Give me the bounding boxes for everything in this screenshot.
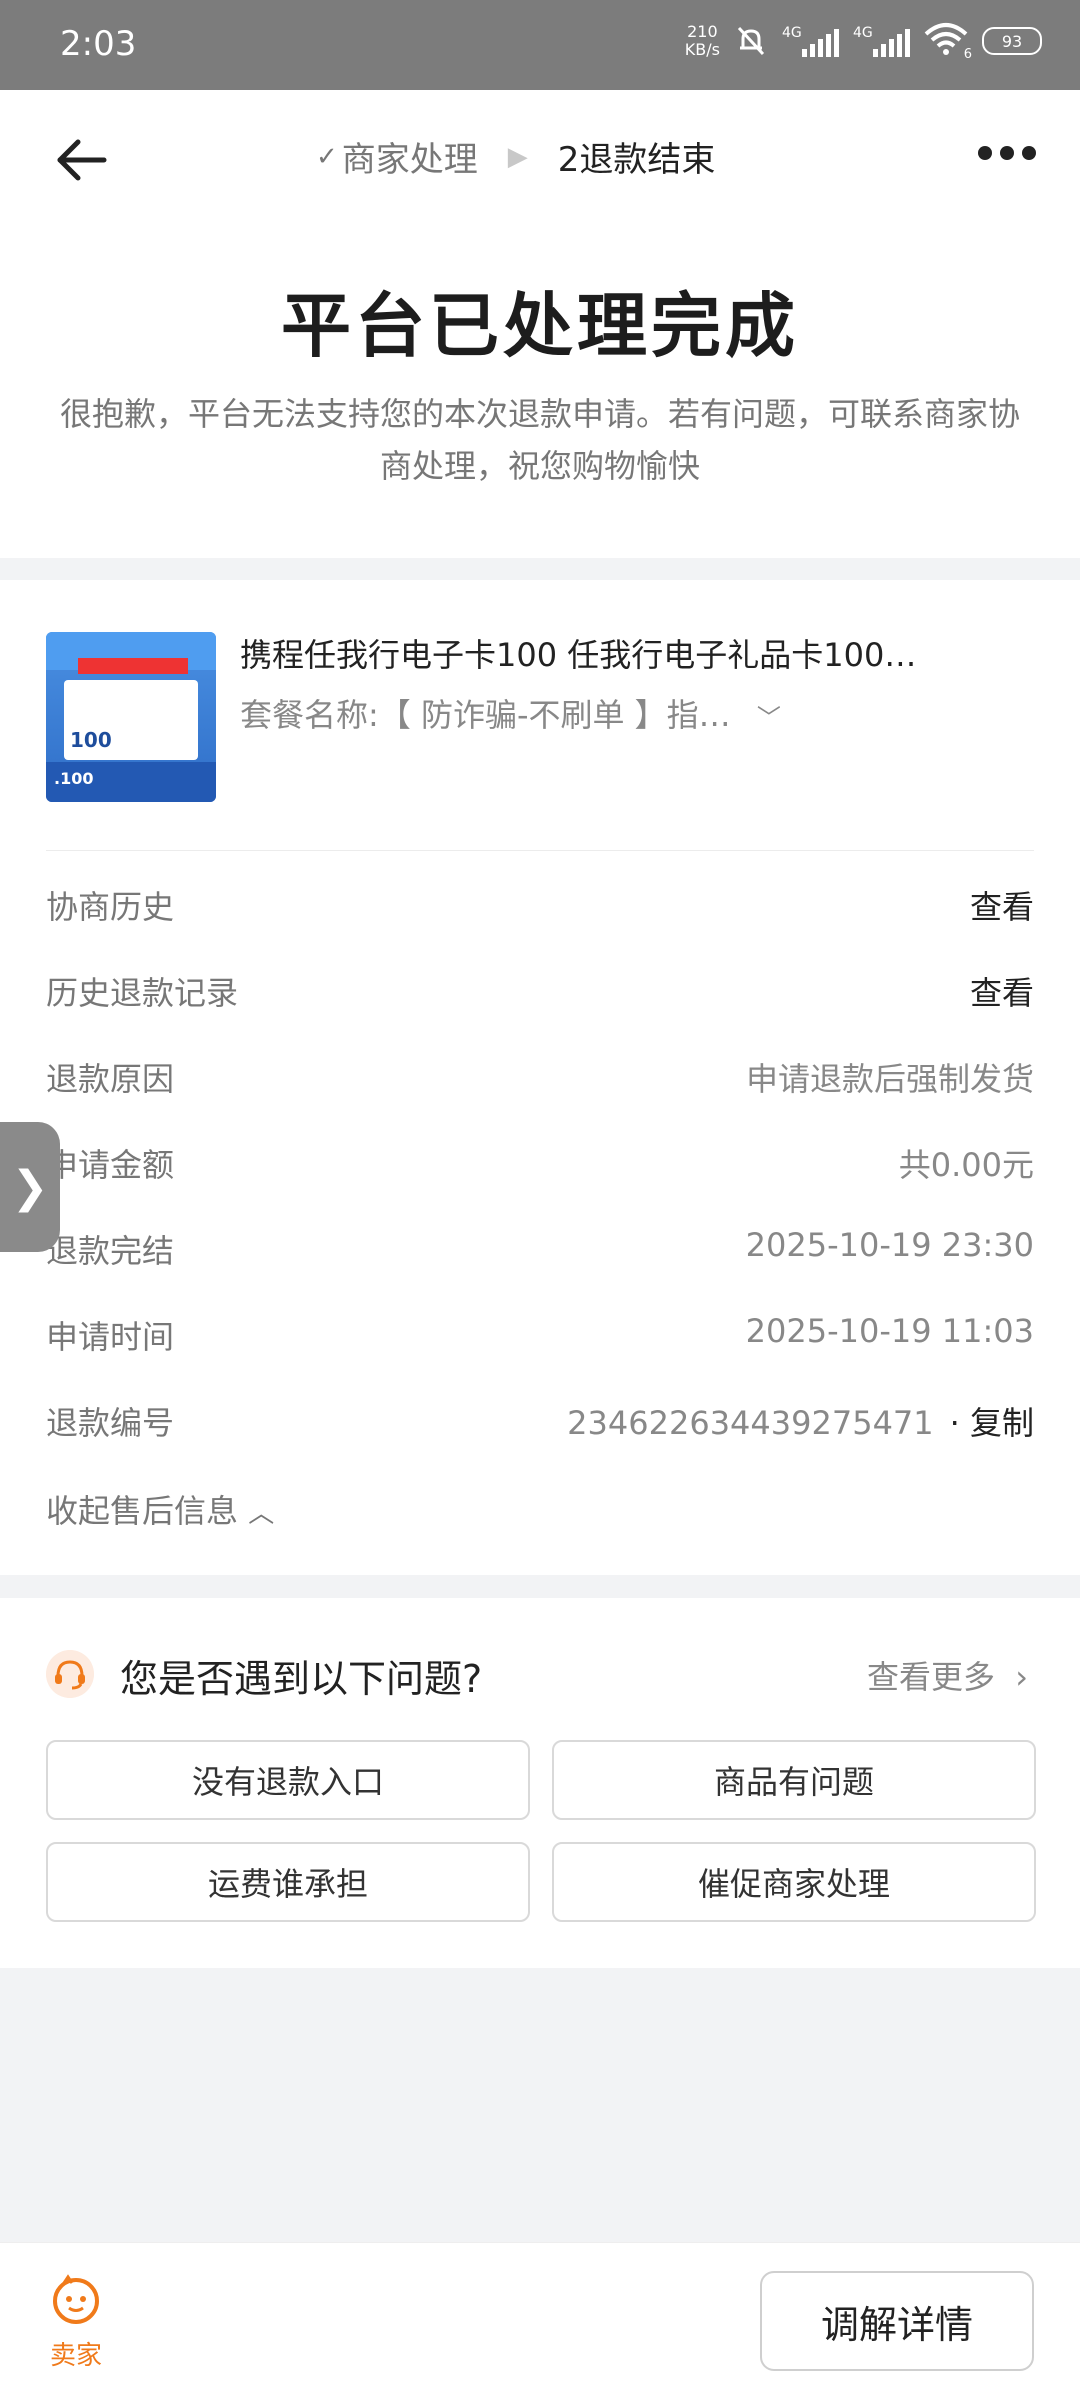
see-more-link[interactable]: 查看更多 › <box>867 1652 1028 1698</box>
status-bar: 2:03 210 KB/s 4G 4G 6 93 <box>0 0 1080 90</box>
battery-icon: 93 <box>982 27 1042 55</box>
product-problem-button[interactable]: 商品有问题 <box>552 1740 1036 1820</box>
network-speed-unit: KB/s <box>684 40 720 59</box>
wifi-label: 6 <box>963 47 972 62</box>
row-label: 退款编号 <box>46 1404 175 1442</box>
row-refund-reason: 退款原因 申请退款后强制发货 <box>46 1044 1034 1104</box>
row-label: 退款原因 <box>46 1060 175 1098</box>
network-speed: 210 KB/s <box>685 23 720 59</box>
mute-bell-icon <box>737 26 765 56</box>
product-package[interactable]: 套餐名称:【 防诈骗-不刷单 】指… ﹀ <box>240 690 781 736</box>
questions-title: 您是否遇到以下问题? <box>120 1657 483 1701</box>
side-expand-tab[interactable]: ❯ <box>0 1122 60 1252</box>
step-merchant-processing: 商家处理 <box>341 140 478 180</box>
apply-time-value: 2025-10-19 11:03 <box>745 1312 1034 1350</box>
no-refund-entry-button[interactable]: 没有退款入口 <box>46 1740 530 1820</box>
product-package-text: 套餐名称:【 防诈骗-不刷单 】指… <box>240 696 731 734</box>
refund-number-value: 234622634439275471 <box>567 1404 934 1442</box>
refund-number-group: 234622634439275471 · 复制 <box>567 1398 1034 1444</box>
progress-steps: ✓ 商家处理 ▶ 2退款结束 <box>316 132 715 181</box>
refund-detail-card: 100 .100 携程任我行电子卡100 任我行电子礼品卡100… 套餐名称:【… <box>0 580 1080 1575</box>
page-subtitle: 很抱歉，平台无法支持您的本次退款申请。若有问题，可联系商家协商处理，祝您购物愉快 <box>59 395 1020 485</box>
bottom-bar: 卖家 调解详情 <box>0 2242 1080 2400</box>
collapse-label: 收起售后信息 <box>46 1492 239 1530</box>
apply-amount-value: 共0.00元 <box>898 1146 1034 1184</box>
product-image-value: 100 <box>70 728 112 752</box>
seller-face-icon <box>53 2274 99 2324</box>
collapse-aftersale-info[interactable]: 收起售后信息 ︿ <box>46 1486 274 1532</box>
questions-card: 您是否遇到以下问题? 查看更多 › 没有退款入口 商品有问题 运费谁承担 催促商… <box>0 1598 1080 1968</box>
urge-merchant-button[interactable]: 催促商家处理 <box>552 1842 1036 1922</box>
seller-label: 卖家 <box>49 2341 102 2371</box>
back-arrow-icon[interactable] <box>52 130 112 190</box>
product-title[interactable]: 携程任我行电子卡100 任我行电子礼品卡100… <box>240 630 1020 676</box>
signal-2-label: 4G <box>853 25 873 41</box>
row-label: 退款完结 <box>46 1232 175 1270</box>
row-apply-time: 申请时间 2025-10-19 11:03 <box>46 1302 1034 1362</box>
copy-button[interactable]: · 复制 <box>950 1404 1034 1442</box>
row-refund-completed: 退款完结 2025-10-19 23:30 <box>46 1216 1034 1276</box>
chevron-right-icon: › <box>1015 1658 1028 1696</box>
refund-reason-value: 申请退款后强制发货 <box>745 1060 1034 1098</box>
step-separator-icon: ▶ <box>507 141 528 172</box>
row-refund-number: 退款编号 234622634439275471 · 复制 <box>46 1388 1034 1448</box>
row-refund-history: 历史退款记录 查看 <box>46 958 1034 1018</box>
mediation-details-button[interactable]: 调解详情 <box>760 2271 1034 2371</box>
battery-level: 93 <box>1001 31 1023 51</box>
row-label: 协商历史 <box>46 888 175 926</box>
see-more-label: 查看更多 <box>867 1658 996 1696</box>
customer-service-icon <box>46 1650 94 1698</box>
product-image-bottom-value: .100 <box>54 769 94 788</box>
signal-icon-2: 4G <box>853 25 910 57</box>
step-check-icon: ✓ <box>316 141 338 172</box>
signal-1-label: 4G <box>782 25 802 41</box>
signal-icon-1: 4G <box>782 25 839 57</box>
chevron-right-icon: ❯ <box>11 1161 49 1213</box>
page-title: 平台已处理完成 <box>281 285 799 367</box>
chevron-down-icon: ﹀ <box>756 704 781 732</box>
more-options-icon[interactable] <box>978 146 1036 160</box>
row-negotiation-history: 协商历史 查看 <box>46 872 1034 932</box>
step-refund-finished: 2退款结束 <box>557 140 716 180</box>
header-card: ✓ 商家处理 ▶ 2退款结束 平台已处理完成 很抱歉，平台无法支持您的本次退款申… <box>0 90 1080 558</box>
status-time: 2:03 <box>60 24 137 64</box>
status-icons: 210 KB/s 4G 4G 6 93 <box>685 22 1042 62</box>
chevron-up-icon: ︿ <box>248 1499 275 1529</box>
wifi-icon: 6 <box>924 22 972 62</box>
row-label: 历史退款记录 <box>46 974 239 1012</box>
product-image[interactable]: 100 .100 <box>46 632 216 802</box>
row-label: 申请时间 <box>46 1318 175 1356</box>
contact-seller-button[interactable]: 卖家 <box>46 2273 106 2372</box>
row-apply-amount: 申请金额 共0.00元 <box>46 1130 1034 1190</box>
view-negotiation-link[interactable]: 查看 <box>970 882 1034 928</box>
network-speed-value: 210 <box>687 22 718 41</box>
view-refund-history-link[interactable]: 查看 <box>970 968 1034 1014</box>
shipping-fee-button[interactable]: 运费谁承担 <box>46 1842 530 1922</box>
row-label: 申请金额 <box>46 1146 175 1184</box>
divider <box>46 850 1034 851</box>
refund-completed-value: 2025-10-19 23:30 <box>745 1226 1034 1264</box>
